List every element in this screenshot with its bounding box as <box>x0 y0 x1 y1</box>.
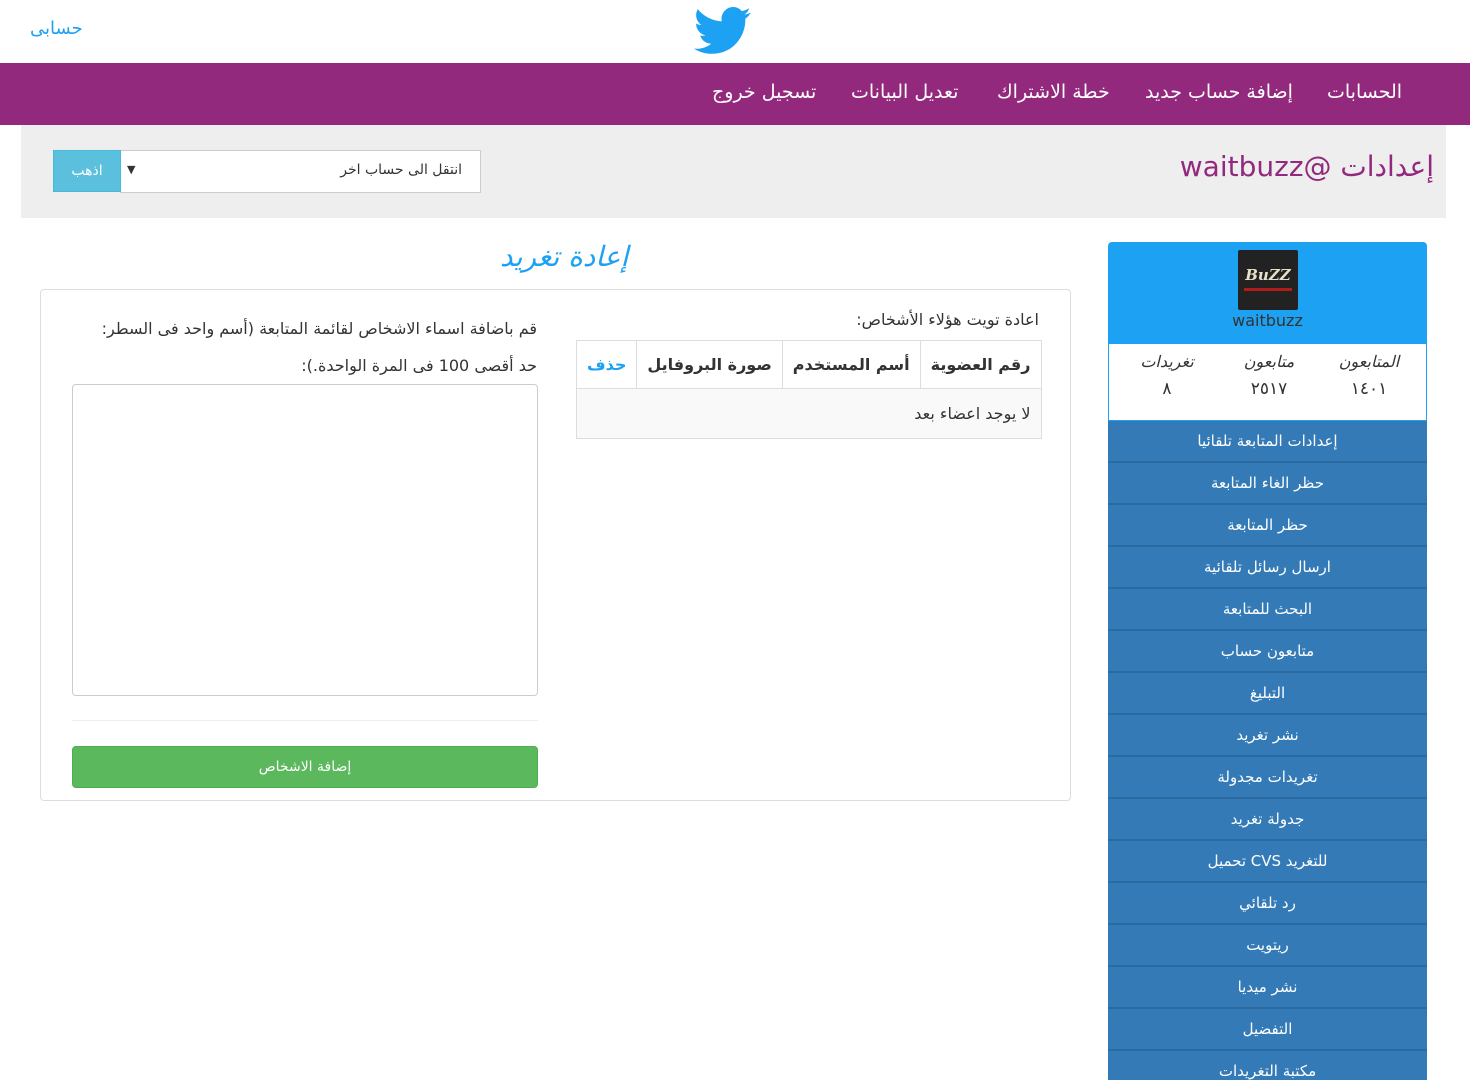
sidebar-item-account-followers[interactable]: متابعون حساب <box>1108 631 1427 673</box>
sidebar-item-block-unfollow[interactable]: حظر الغاء المتابعة <box>1108 463 1427 505</box>
stat-tweets-label: تغريدات <box>1140 352 1194 371</box>
nav-item-logout[interactable]: تسجيل خروج <box>712 81 816 103</box>
sidebar-menu: إعدادات المتابعة تلقائيا حظر الغاء المتا… <box>1108 421 1427 1080</box>
stat-followers-value: ١٤٠١ <box>1350 379 1388 399</box>
page-title: إعدادات @waitbuzz <box>1179 150 1434 183</box>
retweet-panel: اعادة تويت هؤلاء الأشخاص: رقم العضوية أس… <box>40 289 1071 801</box>
nav-item-accounts[interactable]: الحسابات <box>1327 81 1402 103</box>
column-delete[interactable]: حذف <box>575 340 638 389</box>
nav-item-add-account[interactable]: إضافة حساب جديد <box>1145 81 1293 103</box>
instructions-line-1: قم باضافة اسماء الاشخاص لقائمة المتابعة … <box>101 319 537 338</box>
members-table: رقم العضوية أسم المستخدم صورة البروفايل … <box>575 340 1042 439</box>
stat-following: متابعون ٢٥١٧ <box>1224 352 1314 399</box>
stat-tweets: تغريدات ٨ <box>1122 352 1212 399</box>
twitter-bird-icon[interactable] <box>694 7 752 55</box>
table-row: لا يوجد اعضاء بعد <box>576 388 1042 439</box>
sidebar-item-search-follow[interactable]: البحث للمتابعة <box>1108 589 1427 631</box>
top-bar: حسابى <box>0 0 1470 63</box>
my-account-link[interactable]: حسابى <box>30 18 83 39</box>
stat-tweets-value: ٨ <box>1162 379 1172 399</box>
profile-stats: المتابعون ١٤٠١ متابعون ٢٥١٧ تغريدات ٨ <box>1108 344 1427 421</box>
switch-account-selected: انتقل الى حساب اخر <box>340 162 462 178</box>
avatar[interactable]: BuZZ <box>1238 250 1298 310</box>
section-title: إعادة تغريد <box>500 240 629 273</box>
sidebar-item-schedule-tweet[interactable]: جدولة تغريد <box>1108 799 1427 841</box>
nav-item-subscription-plan[interactable]: خطة الاشتراك <box>997 81 1110 103</box>
main-nav: الحسابات إضافة حساب جديد خطة الاشتراك تع… <box>0 63 1470 125</box>
empty-table-message: لا يوجد اعضاء بعد <box>576 388 1042 439</box>
sidebar-item-post-tweet[interactable]: نشر تغريد <box>1108 715 1427 757</box>
sidebar-item-auto-follow-settings[interactable]: إعدادات المتابعة تلقائيا <box>1108 421 1427 463</box>
divider <box>72 720 538 721</box>
usernames-textarea[interactable] <box>72 384 538 696</box>
sidebar: BuZZ waitbuzz المتابعون ١٤٠١ متابعون ٢٥١… <box>1108 242 1427 1080</box>
avatar-logo: BuZZ <box>1245 266 1291 284</box>
sidebar-item-scheduled-tweets[interactable]: تغريدات مجدولة <box>1108 757 1427 799</box>
stat-followers-label: المتابعون <box>1338 352 1400 371</box>
instructions: قم باضافة اسماء الاشخاص لقائمة المتابعة … <box>67 310 537 384</box>
add-users-button[interactable]: إضافة الاشخاص <box>72 746 538 788</box>
sidebar-item-favorites[interactable]: التفضيل <box>1108 1009 1427 1051</box>
switch-account-select[interactable]: انتقل الى حساب اخر ▼ <box>120 150 481 193</box>
column-username: أسم المستخدم <box>781 340 921 389</box>
stat-following-label: متابعون <box>1243 352 1295 371</box>
sidebar-item-report[interactable]: التبليغ <box>1108 673 1427 715</box>
sidebar-item-csv-upload[interactable]: تحميل CVS للتغريد <box>1108 841 1427 883</box>
chevron-down-icon: ▼ <box>127 163 136 176</box>
sidebar-item-retweet[interactable]: ريتويت <box>1108 925 1427 967</box>
go-button[interactable]: اذهب <box>53 150 121 192</box>
sidebar-item-auto-messages[interactable]: ارسال رسائل تلقائية <box>1108 547 1427 589</box>
instructions-line-2: حد أقصى 100 فى المرة الواحدة.): <box>301 356 537 375</box>
sidebar-item-tweet-library[interactable]: مكتبة التغريدات <box>1108 1051 1427 1080</box>
settings-bar: إعدادات @waitbuzz انتقل الى حساب اخر ▼ ا… <box>21 125 1446 218</box>
nav-item-edit-profile[interactable]: تعديل البيانات <box>851 81 958 103</box>
stat-following-value: ٢٥١٧ <box>1250 379 1288 399</box>
profile-username: waitbuzz <box>1232 311 1303 330</box>
profile-card: BuZZ waitbuzz <box>1108 242 1427 344</box>
sidebar-item-post-media[interactable]: نشر ميديا <box>1108 967 1427 1009</box>
sidebar-item-block-follow[interactable]: حظر المتابعة <box>1108 505 1427 547</box>
column-profile-image: صورة البروفايل <box>636 340 783 389</box>
column-member-id: رقم العضوية <box>919 340 1042 389</box>
stat-followers: المتابعون ١٤٠١ <box>1324 352 1414 399</box>
table-header-row: رقم العضوية أسم المستخدم صورة البروفايل … <box>575 340 1042 389</box>
avatar-logo-stripe <box>1244 288 1292 291</box>
sidebar-item-auto-reply[interactable]: رد تلقائي <box>1108 883 1427 925</box>
retweet-users-label: اعادة تويت هؤلاء الأشخاص: <box>856 310 1039 329</box>
